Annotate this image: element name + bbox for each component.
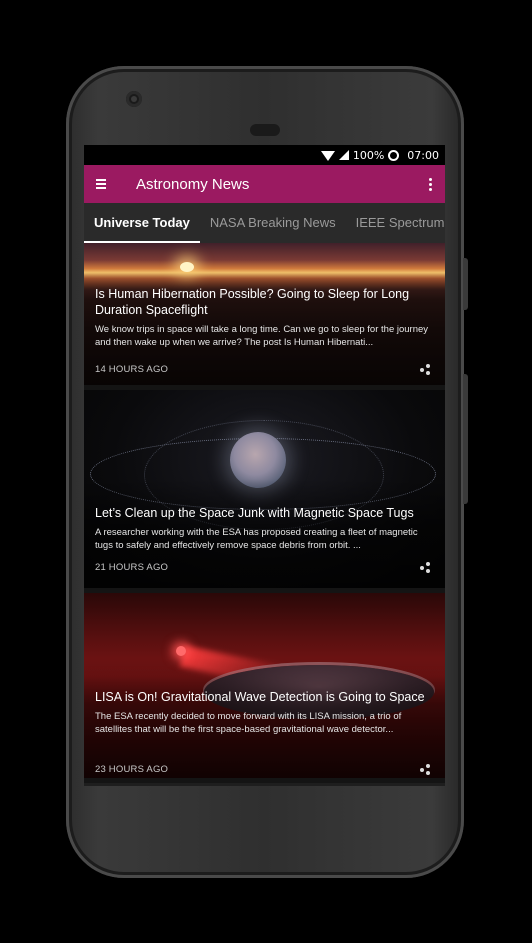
power-button (463, 258, 468, 310)
status-bar: 100% 07:00 (84, 145, 445, 165)
volume-button (463, 374, 468, 504)
article-feed[interactable]: Is Human Hibernation Possible? Going to … (84, 243, 445, 783)
article-title[interactable]: Let’s Clean up the Space Junk with Magne… (95, 505, 434, 521)
tab-universe-today[interactable]: Universe Today (84, 203, 200, 243)
article-time: 23 HOURS AGO (95, 764, 169, 775)
article-description: A researcher working with the ESA has pr… (95, 527, 418, 551)
share-icon[interactable] (420, 364, 431, 375)
article-card[interactable]: Is Human Hibernation Possible? Going to … (84, 243, 445, 390)
article-card[interactable]: LISA is On! Gravitational Wave Detection… (84, 593, 445, 783)
tab-ieee-spectrum[interactable]: IEEE Spectrum Aer (346, 203, 445, 243)
battery-icon (388, 149, 400, 161)
article-image-space-junk (84, 390, 445, 588)
wifi-icon (320, 151, 335, 161)
article-description: The ESA recently decided to move forward… (95, 711, 402, 735)
tab-nasa-breaking-news[interactable]: NASA Breaking News (200, 203, 346, 243)
earpiece-speaker (250, 124, 280, 136)
more-vert-icon[interactable] (425, 177, 435, 191)
article-time: 21 HOURS AGO (95, 562, 169, 573)
article-title[interactable]: Is Human Hibernation Possible? Going to … (95, 286, 434, 318)
app-title: Astronomy News (136, 175, 250, 193)
battery-percent: 100% (352, 148, 385, 162)
front-camera (126, 91, 142, 107)
clock: 07:00 (407, 148, 439, 162)
screen: 100% 07:00 Astronomy News Universe Today… (84, 145, 445, 786)
article-card[interactable]: Let’s Clean up the Space Junk with Magne… (84, 390, 445, 593)
hamburger-icon[interactable] (96, 179, 112, 189)
article-title[interactable]: LISA is On! Gravitational Wave Detection… (95, 689, 434, 705)
share-icon[interactable] (420, 562, 431, 573)
article-time: 14 HOURS AGO (95, 364, 169, 375)
tab-bar: Universe Today NASA Breaking News IEEE S… (84, 203, 445, 243)
article-description: We know trips in space will take a long … (95, 324, 429, 348)
share-icon[interactable] (420, 764, 431, 775)
app-bar: Astronomy News (84, 165, 445, 203)
article-image-lisa (84, 593, 445, 778)
cell-signal-icon (338, 150, 349, 160)
